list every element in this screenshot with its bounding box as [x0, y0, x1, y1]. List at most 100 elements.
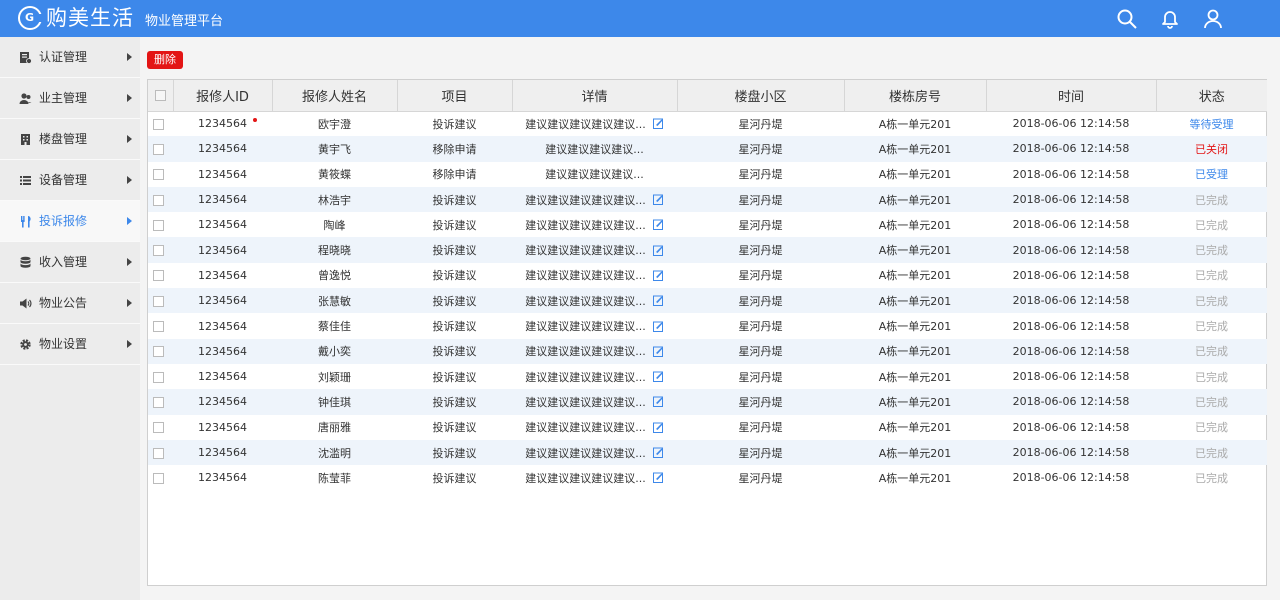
- sidebar-item-devices[interactable]: 设备管理: [0, 160, 140, 201]
- table-row[interactable]: 1234564 程晓晓 投诉建议 建议建议建议建议建议... 星河丹堤 A栋一单元201 2…: [148, 237, 1267, 263]
- edit-icon[interactable]: [652, 346, 664, 357]
- sidebar-item-settings[interactable]: 物业设置: [0, 324, 140, 365]
- reporter-name: 欧宇澄: [318, 117, 351, 131]
- edit-icon[interactable]: [652, 194, 664, 206]
- table-row[interactable]: 1234564 张慧敏 投诉建议 建议建议建议建议建议... 星河丹堤 A栋一单元201 2…: [148, 288, 1267, 314]
- table-row[interactable]: 1234564 欧宇澄 投诉建议 建议建议建议建议建议... 星河丹堤 A栋一单元201 2…: [148, 111, 1267, 136]
- table-row[interactable]: 1234564 陈莹菲 投诉建议 建议建议建议建议建议... 星河丹堤 A栋一单元201 2…: [148, 465, 1267, 490]
- row-checkbox[interactable]: [153, 472, 164, 484]
- row-checkbox[interactable]: [153, 396, 164, 408]
- sidebar-item-income[interactable]: 收入管理: [0, 242, 140, 283]
- edit-icon[interactable]: [652, 472, 664, 484]
- table-row[interactable]: 1234564 林浩宇 投诉建议 建议建议建议建议建议... 星河丹堤 A栋一单元201 2…: [148, 186, 1267, 213]
- logo[interactable]: G 购美生活: [18, 5, 134, 31]
- table-row[interactable]: 1234564 戴小奕 投诉建议 建议建议建议建议建议... 星河丹堤 A栋一单元201 2…: [148, 338, 1267, 364]
- row-checkbox[interactable]: [153, 346, 164, 358]
- row-checkbox[interactable]: [153, 295, 164, 307]
- column-header[interactable]: 报修人姓名: [272, 80, 398, 112]
- table-row[interactable]: 1234564 钟佳琪 投诉建议 建议建议建议建议建议... 星河丹堤 A栋一单元201 2…: [148, 389, 1267, 415]
- reporter-id: 1234564: [198, 395, 247, 409]
- table-row[interactable]: 1234564 唐丽雅 投诉建议 建议建议建议建议建议... 星河丹堤 A栋一单元201 2…: [148, 415, 1267, 440]
- detail-text: 建议建议建议建议建议...: [525, 421, 646, 435]
- detail-text: 建议建议建议建议建议...: [525, 395, 646, 409]
- detail-cell: 建议建议建议建议...: [512, 162, 677, 187]
- table-header-row: 报修人ID 报修人姓名 项目 详情 楼盘小区 楼栋房号 时间 状态: [148, 80, 1267, 112]
- delete-button[interactable]: 删除: [147, 51, 183, 69]
- edit-icon[interactable]: [652, 321, 664, 332]
- row-checkbox[interactable]: [153, 245, 164, 257]
- estate-name: 星河丹堤: [738, 421, 783, 435]
- report-time: 2018-06-06 12:14:58: [1012, 471, 1130, 485]
- table-row[interactable]: 1234564 黄宇飞 移除申请 建议建议建议建议... 星河丹堤 A栋一单元201 201…: [148, 136, 1267, 162]
- brand-name: 购美生活: [46, 6, 134, 30]
- sidebar-item-owners[interactable]: 业主管理: [0, 78, 140, 119]
- select-cell: [148, 186, 173, 213]
- sidebar-item-announcements[interactable]: 物业公告: [0, 283, 140, 324]
- status-badge[interactable]: 已受理: [1195, 168, 1228, 181]
- row-checkbox[interactable]: [153, 143, 164, 155]
- row-checkbox[interactable]: [153, 270, 164, 282]
- row-checkbox[interactable]: [153, 321, 164, 333]
- status-badge: 已完成: [1195, 244, 1228, 258]
- detail-cell: 建议建议建议建议建议...: [512, 111, 677, 136]
- edit-icon[interactable]: [652, 422, 664, 433]
- reporter-id: 1234564: [198, 268, 247, 282]
- row-checkbox[interactable]: [153, 118, 164, 130]
- column-header[interactable]: 项目: [397, 80, 513, 112]
- user-icon[interactable]: [1202, 8, 1224, 30]
- sidebar-item-complaints[interactable]: 投诉报修: [0, 201, 140, 242]
- row-checkbox[interactable]: [153, 422, 164, 434]
- status-badge[interactable]: 等待受理: [1190, 118, 1234, 131]
- reporter-id-cell: 1234564: [173, 439, 272, 466]
- column-header[interactable]: 时间: [986, 80, 1157, 112]
- table-row[interactable]: 1234564 蔡佳佳 投诉建议 建议建议建议建议建议... 星河丹堤 A栋一单元201 2…: [148, 313, 1267, 338]
- room-number: A栋一单元201: [844, 338, 986, 364]
- status-cell: 已完成: [1156, 364, 1267, 389]
- building-icon: [19, 133, 32, 146]
- table-row[interactable]: 1234564 曾逸悦 投诉建议 建议建议建议建议建议... 星河丹堤 A栋一单元201 2…: [148, 263, 1267, 288]
- edit-icon[interactable]: [652, 270, 664, 281]
- edit-icon[interactable]: [652, 245, 664, 256]
- select-all-checkbox[interactable]: [154, 89, 166, 101]
- reporter-name: 黄筱蝶: [318, 168, 351, 182]
- edit-icon[interactable]: [652, 396, 664, 408]
- column-header[interactable]: 报修人ID: [173, 80, 273, 112]
- sidebar-item-certification[interactable]: 认证管理: [0, 37, 140, 78]
- column-header[interactable]: 状态: [1156, 80, 1267, 112]
- table-row[interactable]: 1234564 黄筱蝶 移除申请 建议建议建议建议... 星河丹堤 A栋一单元201 201…: [148, 162, 1267, 187]
- sidebar-item-buildings[interactable]: 楼盘管理: [0, 119, 140, 160]
- reporter-id: 1234564: [198, 142, 247, 156]
- table-row[interactable]: 1234564 陶峰 投诉建议 建议建议建议建议建议... 星河丹堤 A栋一单元201 20…: [148, 212, 1267, 237]
- chevron-right-icon: [127, 176, 132, 184]
- row-checkbox[interactable]: [153, 371, 164, 383]
- status-badge[interactable]: 已关闭: [1195, 143, 1228, 156]
- device-list-icon: [19, 174, 32, 187]
- detail-text: 建议建议建议建议...: [545, 142, 644, 156]
- detail-cell: 建议建议建议建议建议...: [512, 313, 677, 338]
- reporter-name: 唐丽雅: [318, 421, 351, 435]
- column-header[interactable]: 详情: [512, 80, 678, 112]
- table-row[interactable]: 1234564 沈滥明 投诉建议 建议建议建议建议建议... 星河丹堤 A栋一单元201 2…: [148, 439, 1267, 466]
- edit-icon[interactable]: [652, 295, 664, 307]
- room-number: A栋一单元201: [878, 320, 952, 334]
- item-type: 投诉建议: [432, 320, 477, 334]
- table-row[interactable]: 1234564 刘颖珊 投诉建议 建议建议建议建议建议... 星河丹堤 A栋一单元201 2…: [148, 364, 1267, 389]
- row-checkbox[interactable]: [153, 447, 164, 459]
- chevron-right-icon: [127, 217, 132, 225]
- row-checkbox[interactable]: [153, 194, 164, 206]
- bell-icon[interactable]: [1159, 8, 1181, 30]
- edit-icon[interactable]: [652, 447, 664, 458]
- edit-icon[interactable]: [652, 219, 664, 231]
- search-icon[interactable]: [1116, 8, 1138, 30]
- report-time: 2018-06-06 12:14:58: [986, 389, 1156, 415]
- row-checkbox[interactable]: [153, 169, 164, 181]
- row-checkbox[interactable]: [153, 219, 164, 231]
- item-type: 投诉建议: [397, 439, 512, 466]
- users-icon: [19, 92, 32, 105]
- detail-cell: 建议建议建议建议...: [512, 136, 677, 162]
- edit-icon[interactable]: [652, 118, 664, 130]
- edit-icon[interactable]: [652, 371, 664, 383]
- column-header[interactable]: 楼栋房号: [844, 80, 987, 112]
- status-cell: 已关闭: [1156, 136, 1267, 162]
- column-header[interactable]: 楼盘小区: [677, 80, 845, 112]
